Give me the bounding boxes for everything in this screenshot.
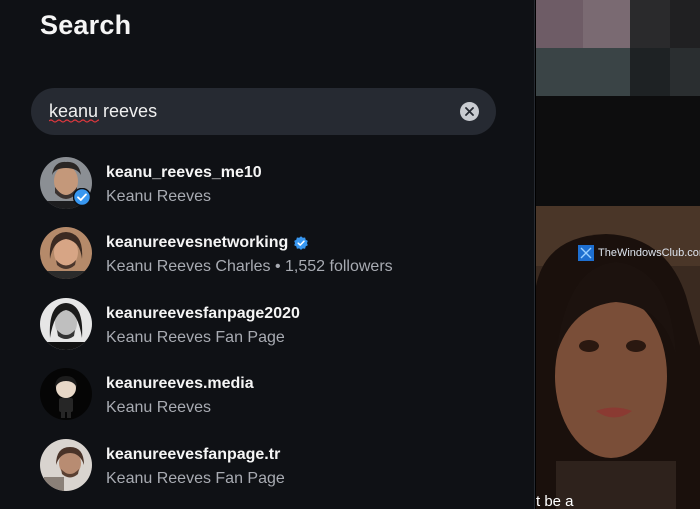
search-result-item[interactable]: keanureevesfanpage.tr Keanu Reeves Fan P… bbox=[0, 432, 535, 498]
verified-badge-icon bbox=[294, 236, 309, 250]
result-username: keanu_reeves_me10 bbox=[106, 164, 262, 181]
watermark: TheWindowsClub.com bbox=[578, 245, 700, 261]
search-result-item[interactable]: keanureevesfanpage2020 Keanu Reeves Fan … bbox=[0, 291, 535, 357]
spellcheck-underline bbox=[49, 119, 99, 123]
windows-logo-icon bbox=[578, 245, 594, 261]
clear-search-icon[interactable] bbox=[460, 102, 479, 121]
result-subtitle: Keanu Reeves bbox=[106, 399, 211, 416]
result-username: keanureeves.media bbox=[106, 375, 254, 392]
avatar bbox=[40, 227, 92, 279]
result-username: keanureevesfanpage2020 bbox=[106, 305, 300, 322]
search-panel: Search keanu_reeves bbox=[0, 0, 535, 509]
search-result-item[interactable]: keanureevesnetworking Keanu Reeves Charl… bbox=[0, 220, 535, 286]
search-bar[interactable] bbox=[31, 88, 496, 135]
search-result-item[interactable]: keanu_reeves_me10 Keanu Reeves bbox=[0, 150, 535, 216]
search-input[interactable] bbox=[49, 88, 449, 135]
result-username: keanureevesfanpage.tr bbox=[106, 446, 281, 463]
result-subtitle: Keanu Reeves Fan Page bbox=[106, 329, 285, 346]
avatar bbox=[40, 439, 92, 491]
page-title: Search bbox=[40, 10, 132, 40]
search-result-item[interactable]: keanureeves.media Keanu Reeves bbox=[0, 361, 535, 427]
result-subtitle: Keanu Reeves bbox=[106, 188, 211, 205]
video-caption: t be a bbox=[536, 493, 574, 509]
result-subtitle: Keanu Reeves Charles • 1,552 followers bbox=[106, 258, 393, 275]
avatar bbox=[40, 368, 92, 420]
verified-badge-icon bbox=[73, 188, 91, 206]
result-subtitle: Keanu Reeves Fan Page bbox=[106, 470, 285, 487]
result-username: keanureevesnetworking bbox=[106, 234, 309, 252]
avatar bbox=[40, 298, 92, 350]
